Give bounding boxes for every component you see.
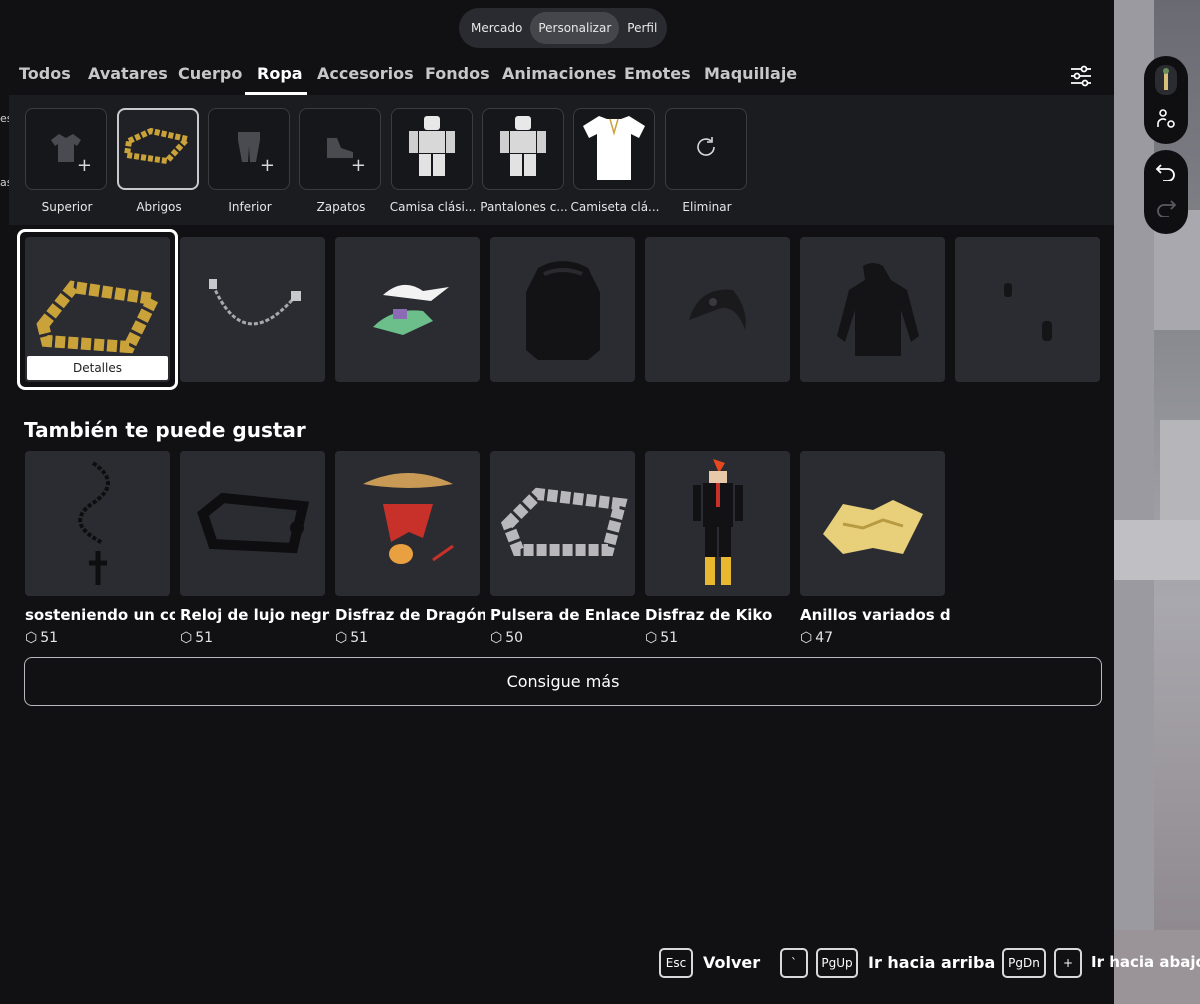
robux-icon: ⬡	[800, 630, 813, 646]
nav-mercado[interactable]: Mercado	[463, 12, 530, 44]
gold-chain-thumb	[123, 127, 193, 171]
get-more-button[interactable]: Consigue más	[24, 657, 1102, 706]
rec-thumbnail	[645, 451, 790, 596]
rec-name: sosteniendo un col...	[25, 606, 175, 624]
rec-name: Pulsera de Enlace ...	[490, 606, 640, 624]
tab-todos[interactable]: Todos	[19, 64, 71, 83]
pgup-key: PgUp	[816, 948, 858, 978]
rec-thumbnail	[180, 451, 325, 596]
rec-thumbnail	[25, 451, 170, 596]
scroll-down-hint[interactable]: Ir hacia abajo	[1091, 953, 1200, 971]
plus-icon: +	[259, 155, 275, 176]
subcat-zapatos[interactable]: + Zapatos	[299, 108, 383, 214]
subcat-label: Abrigos	[136, 200, 182, 214]
rec-price: ⬡ 50	[490, 630, 524, 646]
rec-thumbnail	[335, 451, 480, 596]
top-navigation: Mercado Personalizar Perfil	[459, 8, 667, 48]
rec-name: Disfraz de Kiko	[645, 606, 773, 624]
subcat-label: Camisa clási...	[389, 200, 477, 214]
subcat-label: Inferior	[228, 200, 272, 214]
subcat-superior[interactable]: + Superior	[25, 108, 109, 214]
tab-fondos[interactable]: Fondos	[425, 64, 490, 83]
rec-thumbnail	[490, 451, 635, 596]
viewport-block	[1114, 520, 1200, 580]
tab-animaciones[interactable]: Animaciones	[502, 64, 616, 83]
rec-price: ⬡ 51	[25, 630, 59, 646]
tab-emotes[interactable]: Emotes	[624, 64, 691, 83]
viewport-block	[1160, 420, 1200, 530]
avatar-thumb	[498, 116, 548, 182]
item-black-backpack[interactable]	[490, 237, 635, 382]
subcat-label: Superior	[41, 200, 93, 214]
rec-item[interactable]: Disfraz de Kiko ⬡ 51	[645, 451, 790, 646]
rec-price: ⬡ 47	[800, 630, 834, 646]
subcat-label: Camiseta clá...	[570, 200, 660, 214]
plus-icon: +	[350, 155, 366, 176]
subcat-pantalones-clasicos[interactable]: Pantalones c...	[480, 108, 568, 214]
scroll-up-hint[interactable]: Ir hacia arriba	[868, 953, 995, 972]
avatar-thumbnail-icon[interactable]	[1155, 64, 1177, 99]
category-tabs: Todos Avatares Cuerpo Ropa Accesorios Fo…	[0, 58, 1114, 96]
item-black-hoodie[interactable]	[800, 237, 945, 382]
subcat-label: Zapatos	[316, 200, 366, 214]
undo-icon[interactable]	[1155, 163, 1177, 185]
rec-item[interactable]: sosteniendo un col... ⬡51	[25, 451, 175, 646]
subcat-label: Eliminar	[682, 200, 732, 214]
tick-key: `	[780, 948, 808, 978]
history-rail	[1144, 150, 1188, 234]
subcat-eliminar[interactable]: Eliminar	[665, 108, 749, 214]
rec-name: Anillos variados d...	[800, 606, 950, 624]
avatar-viewport[interactable]	[1114, 0, 1200, 1004]
rec-item[interactable]: Reloj de lujo negro ⬡ 51	[180, 451, 330, 646]
tab-accesorios[interactable]: Accesorios	[317, 64, 414, 83]
details-button[interactable]: Detalles	[27, 356, 168, 380]
plus-key: +	[1054, 948, 1082, 978]
pgdn-key: PgDn	[1002, 948, 1046, 978]
subcat-label: Pantalones c...	[480, 200, 568, 214]
rec-item[interactable]: Disfraz de Dragón ... ⬡51	[335, 451, 485, 646]
avatar-settings-icon[interactable]	[1154, 107, 1178, 135]
subcat-camiseta-clasica[interactable]: Camiseta clá...	[571, 108, 660, 214]
recommendations-title: También te puede gustar	[24, 418, 306, 442]
item-small-parts[interactable]	[955, 237, 1100, 382]
filter-sliders-icon[interactable]	[1068, 64, 1094, 88]
plus-icon: +	[76, 155, 92, 176]
subcat-abrigos[interactable]: Abrigos	[117, 108, 201, 214]
rec-item[interactable]: Pulsera de Enlace ... ⬡50	[490, 451, 640, 646]
tshirt-thumb	[579, 112, 649, 186]
robux-icon: ⬡	[490, 630, 503, 646]
rec-price: ⬡ 51	[645, 630, 679, 646]
rec-name: Disfraz de Dragón ...	[335, 606, 485, 624]
rec-thumbnail	[800, 451, 945, 596]
item-karambit[interactable]	[645, 237, 790, 382]
robux-icon: ⬡	[180, 630, 193, 646]
back-hint[interactable]: Volver	[703, 953, 760, 972]
nav-personalizar[interactable]: Personalizar	[530, 12, 620, 44]
esc-key: Esc	[659, 948, 693, 978]
robux-icon: ⬡	[25, 630, 38, 646]
robux-icon: ⬡	[645, 630, 658, 646]
robux-icon: ⬡	[335, 630, 348, 646]
rec-name: Reloj de lujo negro	[180, 606, 330, 624]
rec-price: ⬡ 51	[335, 630, 369, 646]
rec-item[interactable]: Anillos variados d... ⬡47	[800, 451, 950, 646]
tab-ropa[interactable]: Ropa	[257, 64, 303, 83]
refresh-icon	[694, 135, 718, 163]
redo-icon[interactable]	[1155, 199, 1177, 221]
rec-price: ⬡ 51	[180, 630, 214, 646]
item-silver-chain[interactable]	[180, 237, 325, 382]
avatar-thumb	[407, 116, 457, 182]
tab-maquillaje[interactable]: Maquillaje	[704, 64, 797, 83]
subcategory-strip: + Superior Abrigos + Inferior + Zapatos	[9, 95, 1114, 225]
avatar-tools-rail	[1144, 56, 1188, 144]
tab-avatares[interactable]: Avatares	[88, 64, 168, 83]
item-winged-crocodile[interactable]	[335, 237, 480, 382]
subcat-inferior[interactable]: + Inferior	[208, 108, 292, 214]
tab-cuerpo[interactable]: Cuerpo	[178, 64, 242, 83]
nav-perfil[interactable]: Perfil	[619, 12, 665, 44]
viewport-wall	[1114, 0, 1154, 1004]
subcat-camisa-clasica[interactable]: Camisa clási...	[390, 108, 476, 214]
